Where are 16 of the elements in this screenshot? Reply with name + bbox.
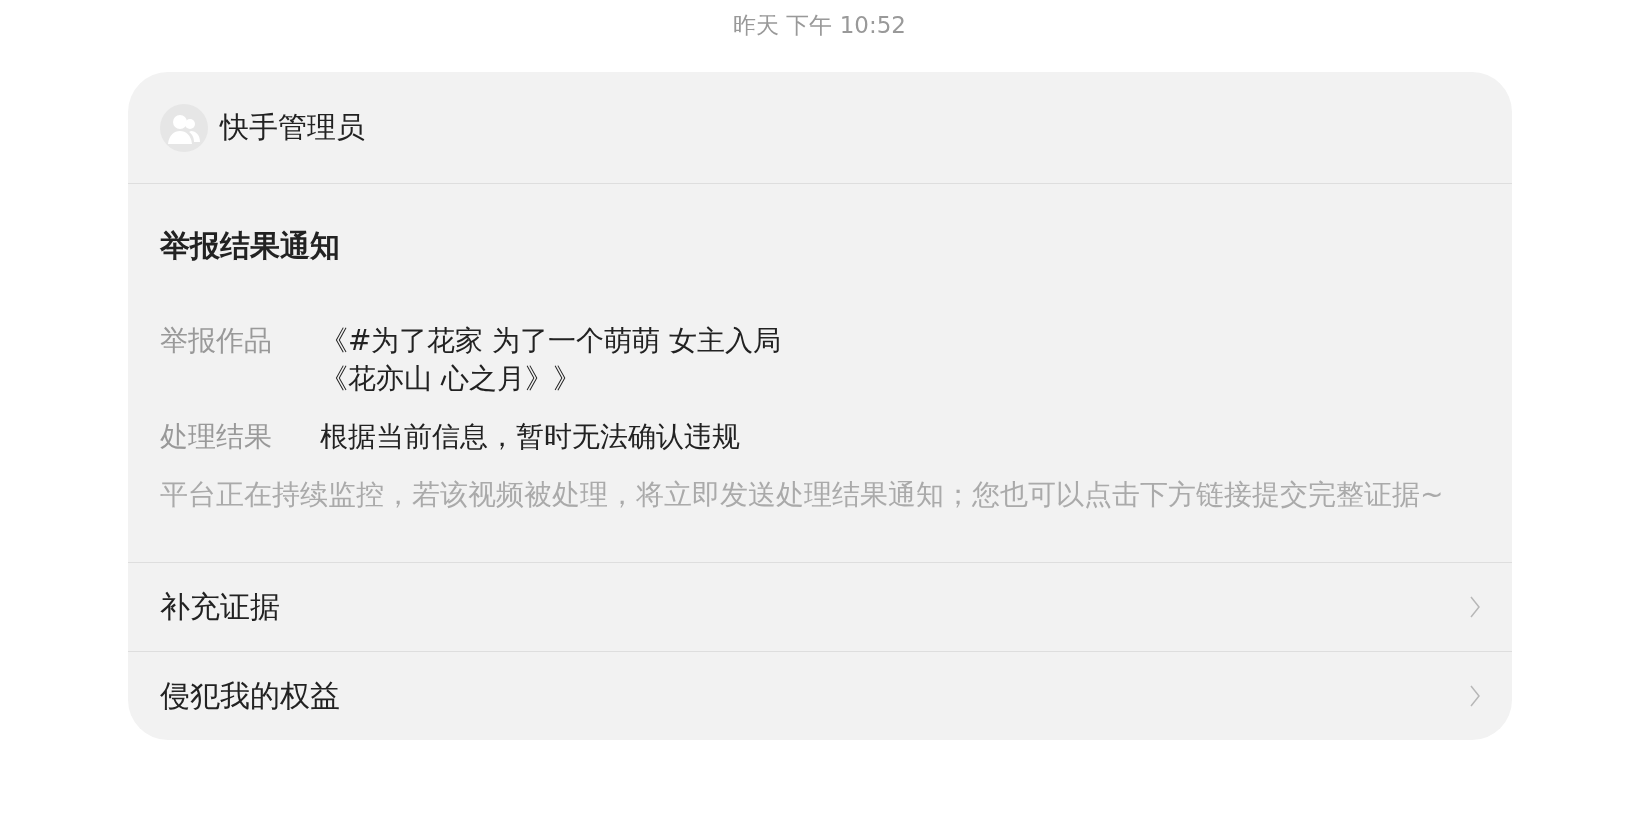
link-label: 补充证据 xyxy=(160,587,280,626)
field-value: 《花亦山 心之月》》 xyxy=(320,361,582,397)
field-label: 举报作品 xyxy=(160,323,273,359)
note-text: 平台正在持续监控，若该视频被处理，将立即发送处理结果通知；您也可以点击下方链接提交完整证据~ xyxy=(160,477,1445,513)
sender-name: 快手管理员 xyxy=(220,108,365,146)
chevron-icon xyxy=(1470,685,1480,707)
chevron-icon xyxy=(1470,596,1480,618)
link-label: 侵犯我的权益 xyxy=(160,676,340,715)
field-label: 处理结果 xyxy=(160,419,273,455)
field-value: 根据当前信息，暂时无法确认违规 xyxy=(320,419,740,455)
field-value: 《#为了花家 为了一个萌萌 女主入局 xyxy=(320,323,782,359)
timestamp: 昨天 下午 10:52 xyxy=(733,11,906,40)
link-row[interactable]: 补充证据 xyxy=(128,563,1512,651)
link-row[interactable]: 侵犯我的权益 xyxy=(128,651,1512,740)
notice-title: 举报结果通知 xyxy=(160,227,341,265)
avatar-icon xyxy=(160,103,208,152)
